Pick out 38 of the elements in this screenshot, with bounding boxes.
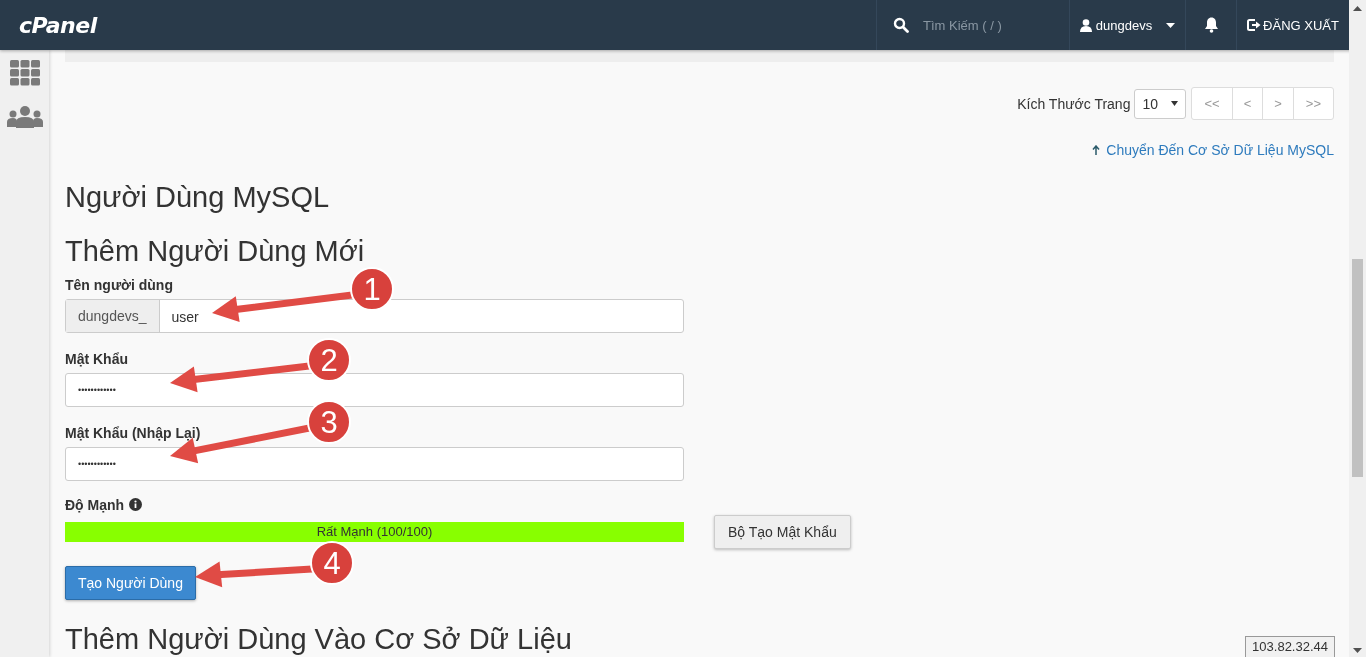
field-label: Mật Khẩu bbox=[65, 350, 128, 367]
user-icon bbox=[1079, 18, 1092, 32]
caret-icon bbox=[1166, 22, 1176, 28]
logout-icon bbox=[1247, 19, 1262, 31]
step-number-marker: 1 bbox=[350, 267, 394, 311]
password-field[interactable]: •••••••••••• bbox=[65, 446, 684, 481]
section-title: Thêm Người Dùng Vào Cơ Sở Dữ Liệu bbox=[65, 621, 572, 657]
jump-link[interactable]: Chuyển Đến Cơ Sở Dữ Liệu MySQL bbox=[1092, 142, 1334, 158]
bell-icon bbox=[1203, 17, 1219, 33]
step-number-marker: 3 bbox=[307, 400, 351, 444]
step-number-marker: 2 bbox=[307, 338, 351, 382]
caret-icon bbox=[1171, 101, 1179, 106]
password-field[interactable]: •••••••••••• bbox=[65, 372, 684, 407]
info-icon[interactable] bbox=[129, 498, 143, 512]
scroll-up-icon[interactable] bbox=[1353, 6, 1362, 11]
page-size-label: Kích Thước Trang bbox=[1017, 95, 1131, 112]
ip-address-badge: 103.82.32.44 bbox=[1245, 636, 1335, 657]
strength-reading: Rất Mạnh (100/100) bbox=[316, 524, 433, 540]
scrollbar[interactable] bbox=[1349, 0, 1366, 657]
password-generator-button[interactable]: Bộ Tạo Mật Khẩu bbox=[714, 514, 851, 549]
step-number-marker: 4 bbox=[310, 541, 354, 585]
page-size-select[interactable]: 10 bbox=[1134, 88, 1187, 119]
field-label: Độ Mạnh bbox=[65, 496, 125, 513]
search-field[interactable]: Tìm Kiếm ( / ) bbox=[921, 16, 1055, 34]
form-title: Thêm Người Dùng Mới bbox=[65, 233, 366, 269]
username-prefix: dungdevs_ bbox=[66, 299, 160, 332]
field-label: Mật Khẩu (Nhập Lại) bbox=[65, 424, 201, 441]
scroll-thumb[interactable] bbox=[1352, 259, 1363, 477]
scroll-down-icon[interactable] bbox=[1353, 648, 1362, 653]
section-title: Người Dùng MySQL bbox=[65, 180, 331, 215]
users-icon[interactable] bbox=[6, 106, 43, 128]
logo[interactable]: cPanel bbox=[19, 12, 97, 38]
grid-icon[interactable] bbox=[9, 60, 40, 86]
logout-button[interactable]: ĐĂNG XUẤT bbox=[1237, 0, 1349, 50]
field-label: Tên người dùng bbox=[65, 276, 173, 293]
up-arrow-icon bbox=[1092, 145, 1101, 155]
search-icon bbox=[893, 17, 909, 33]
create-user-button[interactable]: Tạo Người Dùng bbox=[65, 565, 196, 600]
